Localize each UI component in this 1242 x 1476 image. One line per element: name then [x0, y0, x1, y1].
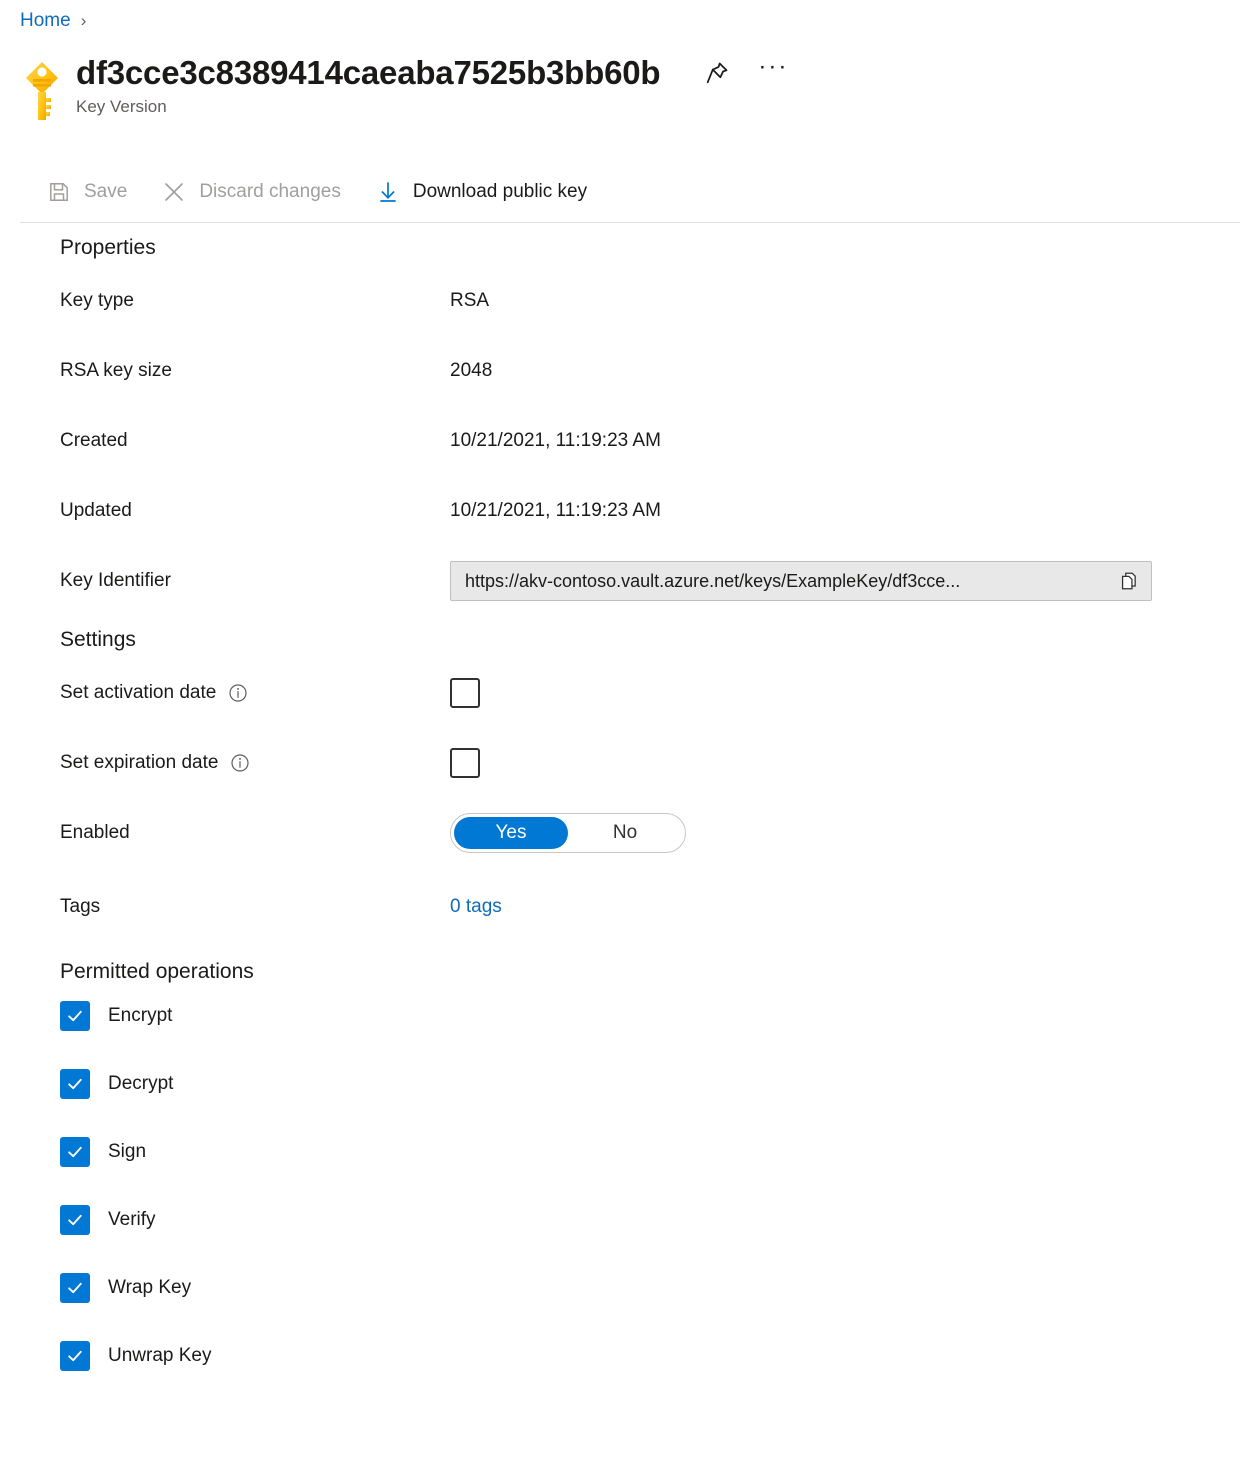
set-expiration-date-checkbox[interactable]	[450, 748, 480, 778]
discard-changes-label: Discard changes	[199, 181, 341, 203]
permitted-operation-unwrap-key: Unwrap Key	[0, 1336, 1242, 1376]
updated-label: Updated	[0, 500, 450, 522]
sign-checkbox[interactable]	[60, 1137, 90, 1167]
enabled-toggle[interactable]: Yes No	[450, 813, 686, 853]
save-icon	[46, 179, 72, 205]
decrypt-label: Decrypt	[108, 1073, 173, 1095]
tags-label: Tags	[0, 896, 450, 918]
settings-heading: Settings	[60, 628, 1242, 652]
download-public-key-button[interactable]: Download public key	[369, 172, 593, 212]
page-subtitle: Key Version	[76, 97, 788, 117]
created-value: 10/21/2021, 11:19:23 AM	[450, 430, 661, 452]
decrypt-checkbox[interactable]	[60, 1069, 90, 1099]
key-type-value: RSA	[450, 290, 489, 312]
breadcrumb: Home ›	[20, 10, 86, 32]
breadcrumb-home-link[interactable]: Home	[20, 10, 71, 32]
property-row-rsa-key-size: RSA key size 2048	[0, 348, 1242, 394]
wrap-key-checkbox[interactable]	[60, 1273, 90, 1303]
permitted-operation-sign: Sign	[0, 1132, 1242, 1172]
set-expiration-date-label: Set expiration date	[60, 752, 218, 774]
wrap-key-label: Wrap Key	[108, 1277, 191, 1299]
page-header: df3cce3c8389414caeaba7525b3bb60b ··· Key…	[20, 56, 788, 128]
save-label: Save	[84, 181, 127, 203]
setting-row-enabled: Enabled Yes No	[0, 810, 1242, 856]
permitted-operations-heading: Permitted operations	[60, 960, 1242, 984]
setting-row-activation-date: Set activation date	[0, 670, 1242, 716]
unwrap-key-label: Unwrap Key	[108, 1345, 212, 1367]
copy-icon[interactable]	[1113, 565, 1145, 597]
set-activation-date-label: Set activation date	[60, 682, 216, 704]
setting-row-expiration-date: Set expiration date	[0, 740, 1242, 786]
setting-row-tags: Tags 0 tags	[0, 884, 1242, 930]
page-title: df3cce3c8389414caeaba7525b3bb60b	[76, 56, 660, 91]
main-content: Properties Key type RSA RSA key size 204…	[0, 236, 1242, 1404]
key-identifier-label: Key Identifier	[0, 570, 450, 592]
command-bar: Save Discard changes Download public key	[40, 172, 615, 212]
set-activation-date-checkbox[interactable]	[450, 678, 480, 708]
property-row-key-type: Key type RSA	[0, 278, 1242, 324]
info-icon[interactable]	[228, 683, 248, 703]
sign-label: Sign	[108, 1141, 146, 1163]
updated-value: 10/21/2021, 11:19:23 AM	[450, 500, 661, 522]
key-icon	[20, 56, 64, 128]
toolbar-divider	[20, 222, 1240, 223]
save-button[interactable]: Save	[40, 172, 133, 212]
ellipsis-icon[interactable]: ···	[758, 58, 788, 88]
key-identifier-value: https://akv-contoso.vault.azure.net/keys…	[465, 571, 1113, 592]
key-type-label: Key type	[0, 290, 450, 312]
property-row-created: Created 10/21/2021, 11:19:23 AM	[0, 418, 1242, 464]
close-icon	[161, 179, 187, 205]
download-icon	[375, 179, 401, 205]
properties-heading: Properties	[60, 236, 1242, 260]
rsa-key-size-value: 2048	[450, 360, 492, 382]
enabled-toggle-no[interactable]: No	[568, 817, 682, 849]
property-row-updated: Updated 10/21/2021, 11:19:23 AM	[0, 488, 1242, 534]
verify-label: Verify	[108, 1209, 156, 1231]
enabled-toggle-yes[interactable]: Yes	[454, 817, 568, 849]
permitted-operation-decrypt: Decrypt	[0, 1064, 1242, 1104]
breadcrumb-separator-icon: ›	[81, 11, 87, 31]
verify-checkbox[interactable]	[60, 1205, 90, 1235]
encrypt-checkbox[interactable]	[60, 1001, 90, 1031]
discard-changes-button[interactable]: Discard changes	[155, 172, 347, 212]
enabled-label: Enabled	[0, 822, 450, 844]
permitted-operation-encrypt: Encrypt	[0, 996, 1242, 1036]
pin-icon[interactable]	[702, 58, 732, 88]
created-label: Created	[0, 430, 450, 452]
key-identifier-field[interactable]: https://akv-contoso.vault.azure.net/keys…	[450, 561, 1152, 601]
permitted-operation-verify: Verify	[0, 1200, 1242, 1240]
property-row-key-identifier: Key Identifier https://akv-contoso.vault…	[0, 558, 1242, 604]
info-icon[interactable]	[230, 753, 250, 773]
encrypt-label: Encrypt	[108, 1005, 172, 1027]
rsa-key-size-label: RSA key size	[0, 360, 450, 382]
download-public-key-label: Download public key	[413, 181, 587, 203]
permitted-operation-wrap-key: Wrap Key	[0, 1268, 1242, 1308]
title-block: df3cce3c8389414caeaba7525b3bb60b ··· Key…	[76, 56, 788, 117]
unwrap-key-checkbox[interactable]	[60, 1341, 90, 1371]
tags-link[interactable]: 0 tags	[450, 896, 502, 918]
